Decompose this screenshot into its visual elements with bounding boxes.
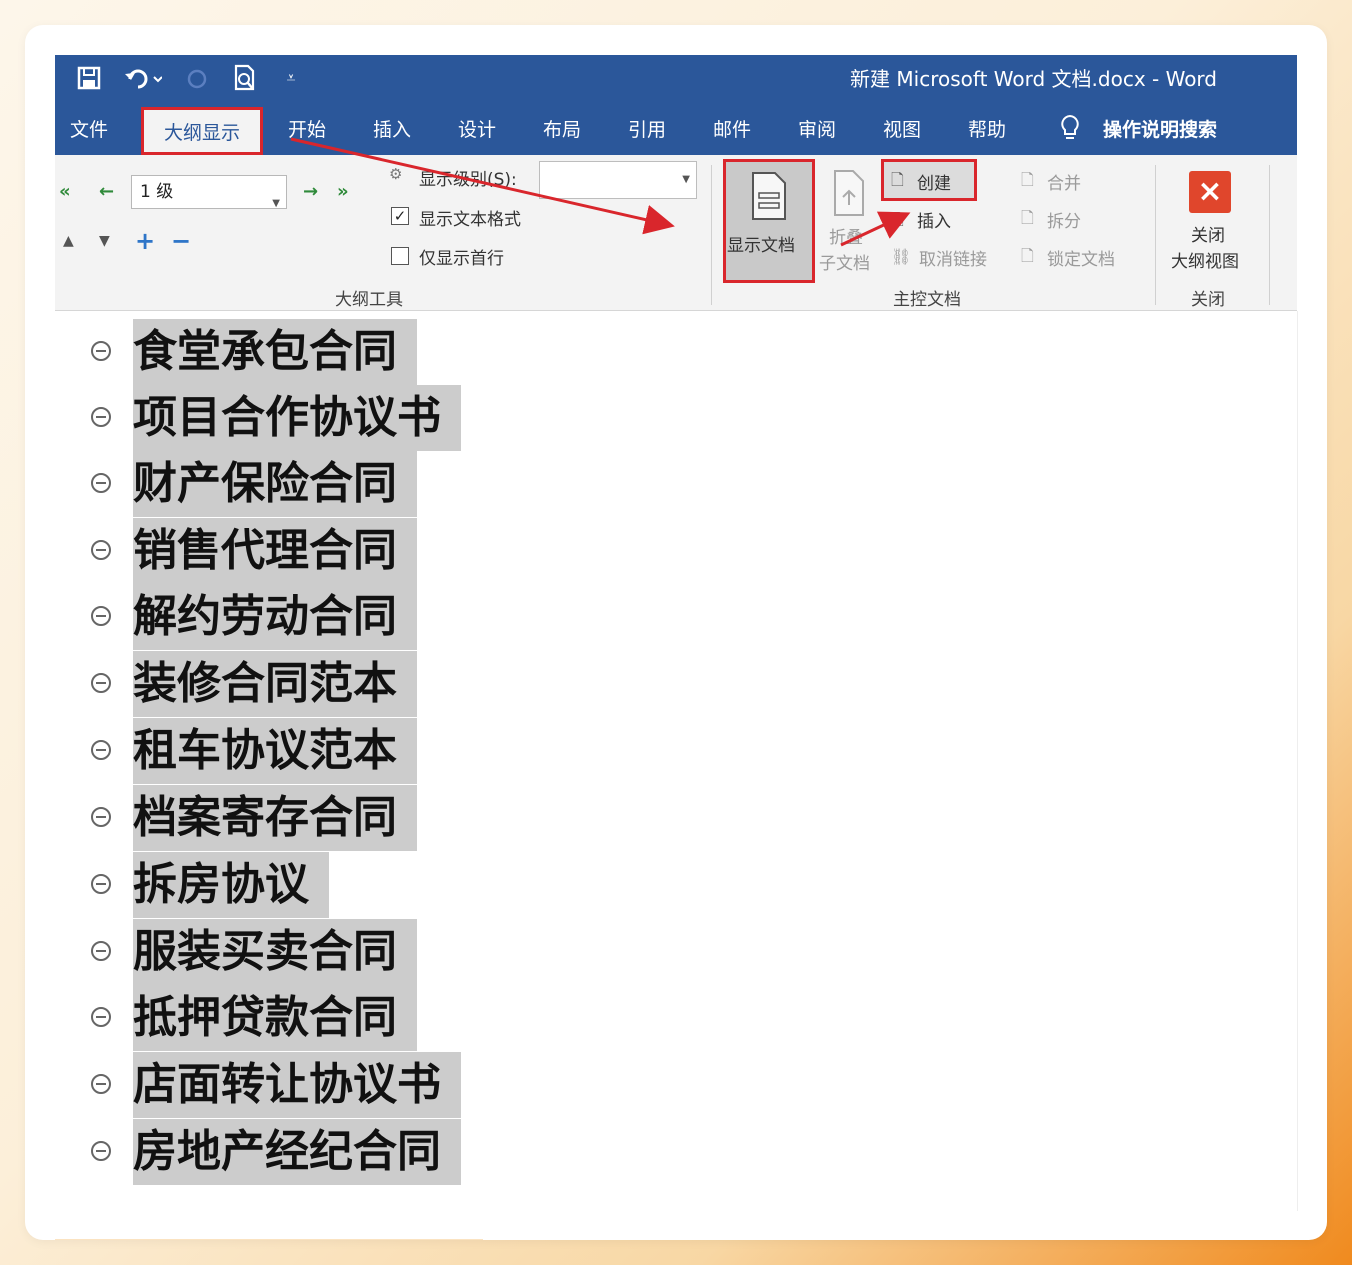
close-outline-label-2[interactable]: 大纲视图 (1171, 247, 1239, 272)
merge-label[interactable]: 合并 (1047, 169, 1081, 194)
tab-file[interactable]: 文件 (55, 111, 123, 145)
demote-icon[interactable]: → (303, 181, 318, 202)
close-outline-label-1[interactable]: 关闭 (1191, 221, 1225, 246)
lock-document-icon[interactable]: 🗋 (1021, 245, 1034, 272)
collapse-bullet-icon[interactable] (91, 874, 111, 894)
tab-help[interactable]: 帮助 (955, 111, 1019, 145)
outline-item-text[interactable]: 销售代理合同 (133, 518, 417, 584)
save-icon[interactable] (71, 63, 107, 93)
tab-home[interactable]: 开始 (275, 111, 339, 145)
create-label: 创建 (917, 174, 951, 194)
document-icon (749, 171, 789, 225)
expand-icon[interactable]: + (135, 227, 155, 255)
tab-review[interactable]: 审阅 (785, 111, 849, 145)
outline-item-text[interactable]: 解约劳动合同 (133, 584, 417, 650)
collapse-bullet-icon[interactable] (91, 941, 111, 961)
show-first-line-label: 仅显示首行 (419, 249, 504, 269)
collapse-bullet-icon[interactable] (91, 740, 111, 760)
customize-qat-icon[interactable]: ⩡ (277, 63, 305, 93)
outline-document[interactable]: 食堂承包合同 项目合作协议书 财产保险合同 销售代理合同 解约劳动合同 装修合同… (55, 311, 1298, 1211)
create-subdocument-button[interactable]: 🗋 创建 (881, 159, 977, 201)
print-preview-icon[interactable] (227, 63, 263, 93)
outline-item-text[interactable]: 拆房协议 (133, 852, 329, 918)
outline-item-text[interactable]: 食堂承包合同 (133, 319, 417, 385)
screenshot-card: ⩡ 新建 Microsoft Word 文档.docx - Word 文件 大纲… (25, 25, 1327, 1240)
collapse-subdocuments-label-1: 折叠 (829, 228, 863, 248)
show-level-select[interactable]: ▼ (539, 161, 697, 199)
show-document-button[interactable]: 显示文档 (723, 159, 815, 283)
show-text-format-label: 显示文本格式 (419, 210, 521, 230)
ribbon-separator (711, 165, 712, 305)
window-title: 新建 Microsoft Word 文档.docx - Word (850, 67, 1217, 91)
show-first-line-checkbox[interactable] (391, 247, 409, 265)
chevron-down-icon: ▼ (272, 198, 280, 209)
tab-insert[interactable]: 插入 (360, 111, 424, 145)
move-down-icon[interactable]: ▼ (99, 233, 110, 249)
outline-item-text[interactable]: 租车协议范本 (133, 718, 417, 784)
outline-item-text[interactable]: 档案寄存合同 (133, 785, 417, 851)
insert-subdocument-label[interactable]: 插入 (917, 207, 951, 232)
show-text-format-checkbox[interactable]: ✓ (391, 207, 409, 225)
collapse-bullet-icon[interactable] (91, 473, 111, 493)
ribbon-separator (1269, 165, 1270, 305)
outline-level-select[interactable]: 1 级 ▼ (131, 175, 287, 209)
lightbulb-icon[interactable] (1055, 111, 1085, 145)
collapse-bullet-icon[interactable] (91, 673, 111, 693)
split-label[interactable]: 拆分 (1047, 207, 1081, 232)
undo-icon[interactable] (119, 63, 165, 93)
close-group-label: 关闭 (1191, 290, 1225, 310)
ribbon-separator (1155, 165, 1156, 305)
tab-layout[interactable]: 布局 (530, 111, 594, 145)
outline-item-text[interactable]: 店面转让协议书 (133, 1052, 461, 1118)
collapse-bullet-icon[interactable] (91, 341, 111, 361)
collapse-icon[interactable]: − (171, 227, 191, 255)
unlink-icon[interactable]: ⛓ (891, 247, 911, 266)
decorative-strip (55, 1239, 483, 1240)
unlink-label[interactable]: 取消链接 (919, 245, 987, 270)
demote-to-body-icon[interactable]: » (337, 181, 349, 202)
collapse-bullet-icon[interactable] (91, 1141, 111, 1161)
collapse-subdocuments-label-2: 子文档 (819, 254, 870, 274)
chevron-down-icon: ▼ (682, 174, 690, 185)
master-document-group-label: 主控文档 (893, 290, 961, 310)
show-level-label: 显示级别(S): (419, 170, 517, 190)
promote-icon[interactable]: ← (99, 181, 114, 202)
split-icon[interactable]: 🗋 (1021, 207, 1034, 234)
outline-item-text[interactable]: 财产保险合同 (133, 451, 417, 517)
collapse-bullet-icon[interactable] (91, 1074, 111, 1094)
collapse-bullet-icon[interactable] (91, 807, 111, 827)
merge-icon[interactable]: 🗋 (1021, 169, 1034, 196)
collapse-subdocuments-icon[interactable] (831, 169, 867, 221)
redo-icon[interactable] (179, 63, 215, 93)
tab-mailings[interactable]: 邮件 (700, 111, 764, 145)
outline-level-value: 1 级 (140, 182, 174, 202)
collapse-bullet-icon[interactable] (91, 407, 111, 427)
insert-subdocument-icon[interactable]: 🗋 (891, 209, 904, 236)
word-window: ⩡ 新建 Microsoft Word 文档.docx - Word 文件 大纲… (55, 55, 1298, 1211)
show-level-icon: ⚙ (389, 165, 403, 183)
close-outline-view-icon[interactable]: × (1189, 171, 1231, 213)
tab-design[interactable]: 设计 (445, 111, 509, 145)
ribbon: « ← 1 级 ▼ → » ▲ ▼ + − ⚙ 显示级别(S): ▼ ✓ 显示文… (55, 155, 1297, 311)
tell-me-search[interactable]: 操作说明搜索 (1095, 111, 1225, 145)
outline-item-text[interactable]: 项目合作协议书 (133, 385, 461, 451)
tab-view[interactable]: 视图 (870, 111, 934, 145)
tab-outline[interactable]: 大纲显示 (141, 107, 263, 155)
outline-item-text[interactable]: 抵押贷款合同 (133, 985, 417, 1051)
outline-tools-group-label: 大纲工具 (335, 290, 403, 310)
promote-to-heading1-icon[interactable]: « (59, 181, 71, 202)
show-document-label: 显示文档 (727, 236, 795, 256)
move-up-icon[interactable]: ▲ (63, 233, 74, 249)
lock-document-label[interactable]: 锁定文档 (1047, 245, 1115, 270)
collapse-bullet-icon[interactable] (91, 540, 111, 560)
outline-item-text[interactable]: 服装买卖合同 (133, 919, 417, 985)
outline-item-text[interactable]: 装修合同范本 (133, 651, 417, 717)
collapse-bullet-icon[interactable] (91, 1007, 111, 1027)
collapse-bullet-icon[interactable] (91, 606, 111, 626)
create-icon: 🗋 (891, 170, 904, 189)
outline-item-text[interactable]: 房地产经纪合同 (133, 1119, 461, 1185)
title-bar: ⩡ 新建 Microsoft Word 文档.docx - Word 文件 大纲… (55, 55, 1297, 155)
tab-references[interactable]: 引用 (615, 111, 679, 145)
